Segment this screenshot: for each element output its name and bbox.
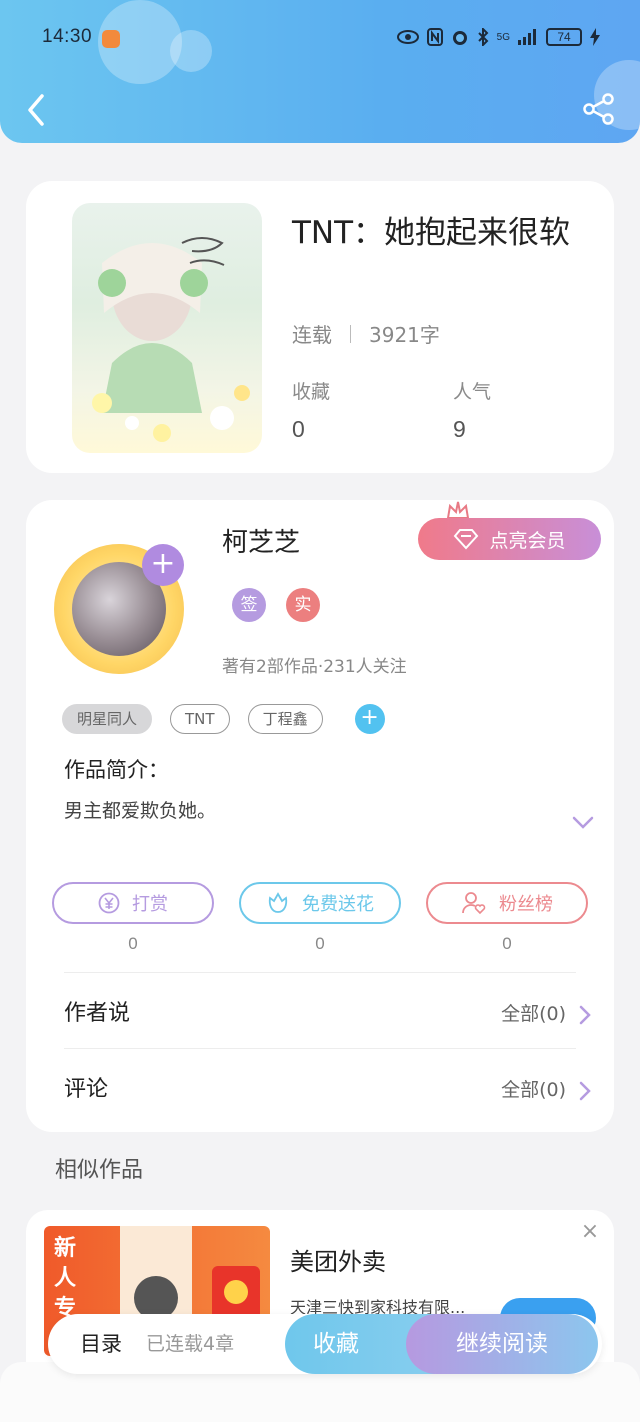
tag-item[interactable]: TNT [170,704,230,734]
fan-ranking-button[interactable]: 粉丝榜 [426,882,588,924]
intro-title: 作品简介： [64,758,169,782]
chevron-down-icon[interactable] [572,816,594,830]
collect-label: 收藏 [292,381,331,403]
signal-icon [518,29,536,45]
tag-list: 明星同人 TNT 丁程鑫 + [62,704,385,734]
comments-label: 评论 [64,1077,109,1102]
bluetooth-icon [477,28,489,46]
bottom-action-bar: 目录 已连载4章 收藏 继续阅读 [48,1314,602,1374]
flower-icon [268,892,288,913]
book-meta: 连载 3921字 [292,319,440,348]
book-cover[interactable] [72,203,262,453]
close-icon[interactable]: × [580,1221,600,1243]
author-stats: 著有2部作品·231人关注 [222,657,407,677]
share-icon[interactable] [582,92,616,126]
fan-ranking-label: 粉丝榜 [499,894,553,915]
tag-item[interactable]: 丁程鑫 [247,704,323,734]
tip-label: 打赏 [132,894,168,915]
eye-icon [396,30,419,44]
battery-indicator: 74 [546,28,582,46]
verified-badge: 实 [286,588,320,622]
header: 14:30 5G 74 [0,0,640,143]
author-says-label: 作者说 [64,1001,131,1026]
comments-all: 全部(0) [501,1079,566,1101]
book-cover-illustration [92,237,250,442]
alarm-icon [452,31,467,45]
flower-count: 0 [315,934,325,953]
catalog-button[interactable]: 目录 [80,1314,122,1374]
ad-title[interactable]: 美团外卖 [290,1242,386,1277]
popularity-value: 9 [453,416,466,442]
send-flower-button[interactable]: 免费送花 [239,882,401,924]
author-name[interactable]: 柯芝芝 [222,522,300,559]
network-label: 5G [496,31,510,43]
similar-works-title: 相似作品 [55,1158,144,1183]
collect-value: 0 [292,416,305,442]
signed-badge: 签 [232,588,266,622]
back-icon[interactable] [22,90,52,130]
status-time: 14:30 [42,26,93,47]
charging-icon [590,28,600,46]
fan-heart-icon [462,892,486,915]
author-card: + 柯芝芝 点亮会员 签 实 著有2部作品·231人关注 明星同人 TNT 丁程… [26,500,614,1132]
book-word-count: 3921字 [369,323,440,347]
popularity-label: 人气 [453,381,492,403]
meta-divider [350,324,351,343]
intro-text: 男主都爱欺负她。 [64,800,217,822]
follow-plus-button[interactable]: + [142,544,184,586]
yen-coin-icon [98,892,120,914]
send-flower-label: 免费送花 [302,894,374,915]
book-info-card: TNT：她抱起来很软 连载 3921字 收藏 0 人气 9 [26,181,614,473]
nfc-icon [426,28,443,46]
comments-row[interactable]: 评论 全部(0) [64,1070,592,1110]
divider [64,972,576,973]
crown-icon [446,501,470,519]
fan-count: 0 [502,934,512,953]
app-notification-icon [102,30,120,48]
continue-reading-button[interactable]: 继续阅读 [406,1314,598,1374]
chevron-right-icon [579,1081,591,1101]
status-bar: 14:30 5G 74 [0,22,640,58]
member-button-label: 点亮会员 [489,529,566,552]
chapter-count: 已连载4章 [146,1333,235,1355]
author-says-row[interactable]: 作者说 全部(0) [64,994,592,1034]
status-icons: 5G 74 [396,28,600,46]
ad-promo-text: 新人专 [54,1236,77,1321]
chevron-right-icon [579,1005,591,1025]
popularity-stat: 人气 9 [453,377,491,443]
collect-stat: 收藏 0 [292,377,330,443]
add-tag-button[interactable]: + [354,704,385,734]
book-title: TNT：她抱起来很软 [292,215,571,251]
tip-button[interactable]: 打赏 [52,882,214,924]
tag-item[interactable]: 明星同人 [62,704,153,734]
author-says-all: 全部(0) [501,1003,566,1025]
book-status: 连载 [292,323,332,347]
diamond-icon [454,529,479,550]
tip-count: 0 [128,934,138,953]
member-button[interactable]: 点亮会员 [418,518,601,560]
divider [64,1048,576,1049]
